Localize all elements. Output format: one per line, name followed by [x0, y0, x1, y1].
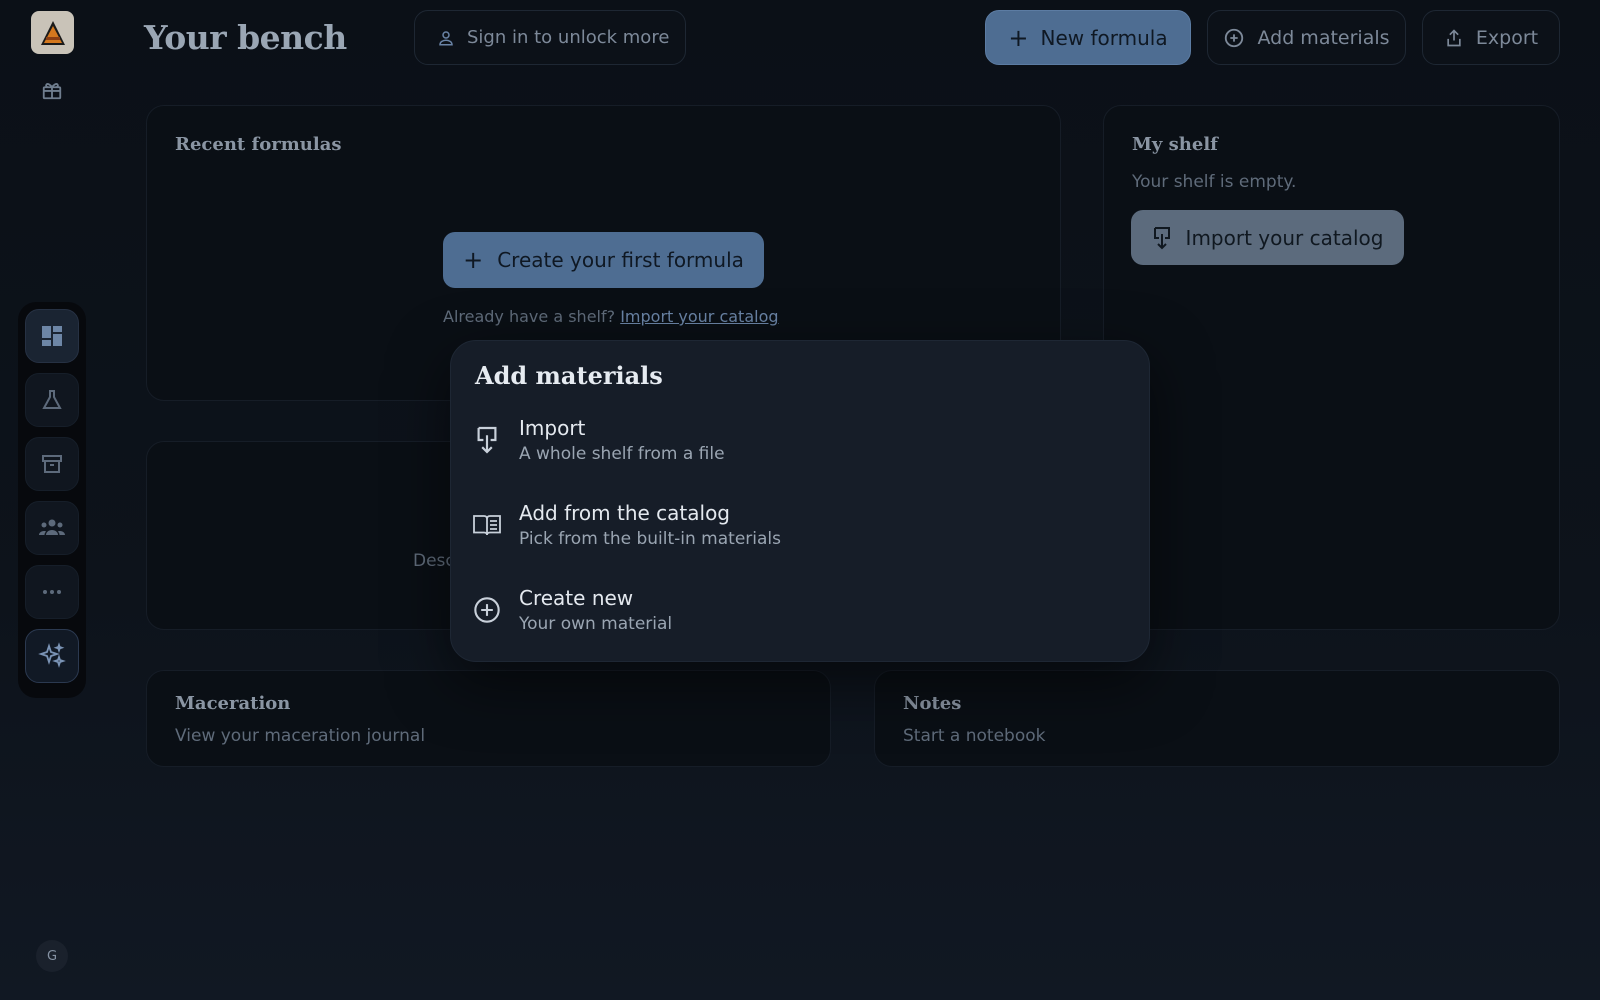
people-icon [39, 519, 65, 535]
dashboard-icon [42, 326, 62, 346]
create-first-formula-label: Create your first formula [497, 248, 744, 272]
import-catalog-label: Import your catalog [1185, 225, 1384, 250]
book-icon [471, 509, 503, 541]
my-shelf-panel: My shelf Your shelf is empty. [1103, 105, 1560, 630]
export-button[interactable]: Export [1422, 10, 1560, 65]
flask-icon [42, 390, 62, 409]
sparkle-icon [38, 642, 66, 668]
import-icon [1153, 226, 1170, 249]
add-materials-label: Add materials [1257, 26, 1390, 49]
already-text: Already have a shelf? [443, 307, 616, 326]
sidebar-item-community[interactable] [25, 501, 79, 555]
gift-icon[interactable] [38, 76, 66, 104]
plus-circle-icon [471, 594, 503, 626]
new-formula-button[interactable]: + New formula [985, 10, 1191, 65]
menu-item-create-new[interactable]: Create new Your own material [469, 575, 1129, 645]
export-label: Export [1475, 26, 1539, 49]
sign-in-label: Sign in to unlock more [467, 27, 670, 48]
more-icon [43, 590, 61, 594]
new-formula-label: New formula [1040, 25, 1168, 50]
maceration-title: Maceration [175, 693, 291, 714]
avatar[interactable]: G [36, 940, 68, 972]
menu-item-catalog[interactable]: Add from the catalog Pick from the built… [469, 490, 1129, 560]
plus-icon: + [1008, 23, 1029, 52]
sidebar-item-formulas[interactable] [25, 373, 79, 427]
add-materials-menu: Add materials Import A whole shelf from … [450, 340, 1150, 662]
add-materials-menu-title: Add materials [475, 361, 663, 390]
sidebar-item-more[interactable] [25, 565, 79, 619]
share-icon [1447, 28, 1461, 46]
sidebar-item-dashboard[interactable] [25, 309, 79, 363]
already-have-shelf: Already have a shelf? Import your catalo… [443, 307, 779, 326]
app-logo[interactable] [31, 11, 74, 54]
notes-subtitle: Start a notebook [903, 726, 1046, 746]
menu-item-import[interactable]: Import A whole shelf from a file [469, 405, 1129, 475]
import-catalog-button[interactable]: Import your catalog [1131, 210, 1404, 265]
notes-panel[interactable]: Notes Start a notebook [874, 670, 1560, 767]
plus-icon: + [463, 246, 484, 274]
menu-item-title: Create new [519, 586, 634, 610]
sign-in-button[interactable]: Sign in to unlock more [414, 10, 686, 65]
menu-item-subtitle: A whole shelf from a file [519, 444, 725, 464]
sidebar-item-assistant[interactable] [25, 629, 79, 683]
my-shelf-title: My shelf [1132, 134, 1218, 155]
menu-item-subtitle: Your own material [519, 614, 673, 634]
recent-formulas-title: Recent formulas [175, 134, 342, 155]
page-title: Your bench [144, 18, 347, 57]
shelf-empty-text: Your shelf is empty. [1132, 172, 1297, 192]
notes-title: Notes [903, 693, 962, 714]
create-first-formula-button[interactable]: + Create your first formula [443, 232, 764, 288]
maceration-subtitle: View your maceration journal [175, 726, 426, 746]
sidebar-item-archive[interactable] [25, 437, 79, 491]
logo-icon [40, 20, 65, 45]
plus-circle-icon [1225, 28, 1244, 47]
user-icon [439, 30, 453, 45]
import-catalog-link[interactable]: Import your catalog [620, 307, 778, 326]
import-icon [471, 424, 503, 456]
menu-item-title: Import [519, 416, 586, 440]
menu-item-subtitle: Pick from the built-in materials [519, 529, 781, 549]
middle-panel-text: Desc [413, 551, 455, 571]
sidebar-rail [18, 302, 86, 698]
add-materials-button[interactable]: Add materials [1207, 10, 1406, 65]
maceration-panel[interactable]: Maceration View your maceration journal [146, 670, 831, 767]
archive-icon [42, 455, 62, 473]
menu-item-title: Add from the catalog [519, 501, 730, 525]
